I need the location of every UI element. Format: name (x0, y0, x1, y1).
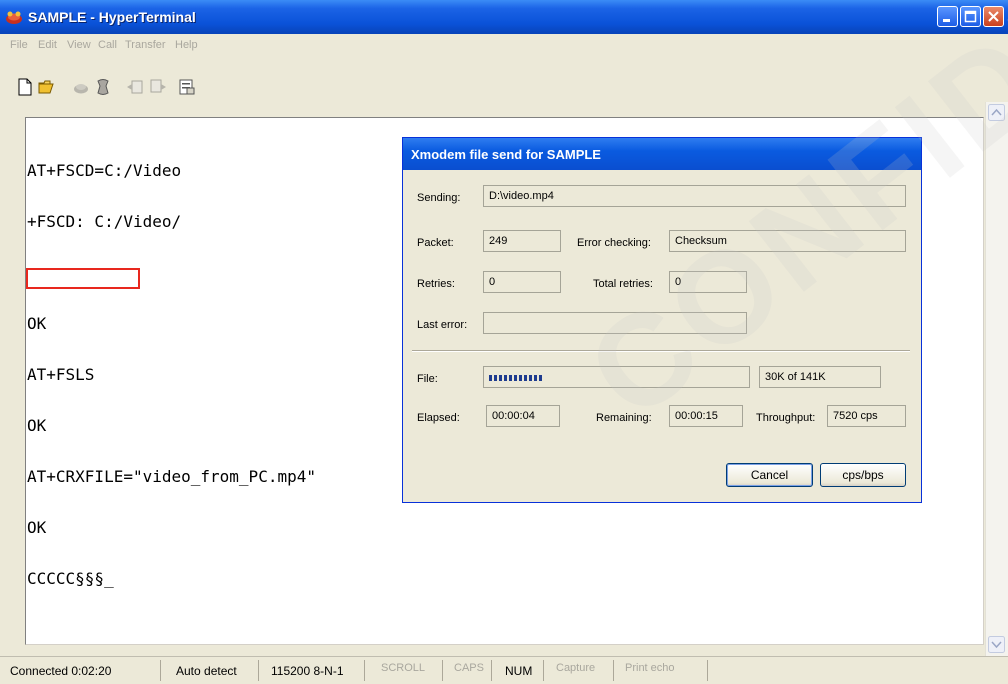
properties-icon[interactable] (178, 78, 196, 96)
menu-call[interactable]: Call (98, 39, 117, 51)
dial-icon[interactable] (94, 78, 112, 96)
status-divider (364, 660, 365, 681)
terminal-line: AT+FSCD=C:/Video (27, 161, 182, 180)
file-progress-text: 30K of 141K (759, 366, 881, 388)
sending-label: Sending: (417, 192, 461, 204)
progress-segment (504, 375, 507, 381)
status-divider (442, 660, 443, 681)
remaining-field: 00:00:15 (669, 405, 743, 427)
status-detect: Auto detect (176, 664, 237, 678)
terminal-line: OK (27, 416, 47, 435)
status-divider (491, 660, 492, 681)
retries-field: 0 (483, 271, 561, 293)
total-retries-field: 0 (669, 271, 747, 293)
progress-segment (499, 375, 502, 381)
menu-bar: File Edit View Call Transfer Help (0, 34, 1008, 56)
status-scroll: SCROLL (381, 662, 426, 674)
total-retries-label: Total retries: (593, 278, 653, 290)
remaining-label: Remaining: (596, 412, 652, 424)
progress-segment (509, 375, 512, 381)
elapsed-label: Elapsed: (417, 412, 460, 424)
close-button[interactable] (983, 6, 1004, 27)
maximize-button[interactable] (960, 6, 981, 27)
highlight-box (26, 268, 140, 289)
status-capture: Capture (556, 662, 596, 674)
menu-edit[interactable]: Edit (38, 39, 57, 51)
status-connected: Connected 0:02:20 (10, 664, 112, 678)
progress-segment (489, 375, 492, 381)
open-icon[interactable] (38, 78, 56, 96)
send-icon[interactable] (126, 78, 144, 96)
status-divider (543, 660, 544, 681)
progress-segment (539, 375, 542, 381)
window-title: SAMPLE - HyperTerminal (28, 9, 196, 25)
terminal-output: AT+FSCD=C:/Video +FSCD: C:/Video/ OK AT+… (27, 128, 316, 604)
status-num: NUM (505, 664, 533, 678)
status-bar (0, 656, 1008, 684)
error-checking-field: Checksum (669, 230, 906, 252)
sending-field: D:\video.mp4 (483, 185, 906, 207)
progress-segment (519, 375, 522, 381)
file-progress-bar (483, 366, 750, 388)
scroll-up-icon[interactable] (988, 104, 1005, 121)
elapsed-field: 00:00:04 (486, 405, 560, 427)
cps-bps-button[interactable]: cps/bps (820, 463, 906, 487)
last-error-field (483, 312, 747, 334)
close-icon (988, 11, 999, 22)
packet-label: Packet: (417, 237, 454, 249)
terminal-line: OK (27, 518, 47, 537)
terminal-line: +FSCD: C:/Video/ (27, 212, 182, 231)
progress-segment (494, 375, 497, 381)
dialog-divider (412, 350, 910, 352)
progress-segment (529, 375, 532, 381)
progress-segment (534, 375, 537, 381)
packet-field: 249 (483, 230, 561, 252)
menu-transfer[interactable]: Transfer (125, 39, 166, 51)
error-checking-label: Error checking: (577, 237, 651, 249)
status-divider (258, 660, 259, 681)
progress-segment (524, 375, 527, 381)
disconnect-icon[interactable] (72, 78, 90, 96)
retries-label: Retries: (417, 278, 455, 290)
last-error-label: Last error: (417, 319, 468, 331)
status-print-echo: Print echo (625, 662, 675, 674)
minimize-button[interactable] (937, 6, 958, 27)
status-divider (613, 660, 614, 681)
dialog-title: Xmodem file send for SAMPLE (411, 147, 601, 162)
terminal-line: OK (27, 314, 47, 333)
minimize-icon (943, 19, 950, 22)
cancel-button[interactable]: Cancel (726, 463, 813, 487)
terminal-line: AT+FSLS (27, 365, 95, 384)
status-port: 115200 8-N-1 (271, 664, 344, 678)
terminal-line: CCCCC§§§_ (27, 569, 114, 588)
file-label: File: (417, 373, 438, 385)
receive-icon[interactable] (149, 78, 167, 96)
terminal-line: AT+CRXFILE="video_from_PC.mp4" (27, 467, 316, 486)
status-divider (160, 660, 161, 681)
throughput-field: 7520 cps (827, 405, 906, 427)
vertical-scrollbar[interactable] (985, 102, 1008, 656)
new-icon[interactable] (16, 78, 34, 96)
status-divider (707, 660, 708, 681)
file-progress-fill (489, 375, 544, 381)
maximize-icon (964, 10, 977, 23)
progress-segment (514, 375, 517, 381)
hyperterminal-phone-icon[interactable] (5, 8, 23, 26)
menu-help[interactable]: Help (175, 39, 198, 51)
menu-view[interactable]: View (67, 39, 91, 51)
throughput-label: Throughput: (756, 412, 816, 424)
status-caps: CAPS (454, 662, 484, 674)
scroll-down-icon[interactable] (988, 636, 1005, 653)
menu-file[interactable]: File (10, 39, 28, 51)
